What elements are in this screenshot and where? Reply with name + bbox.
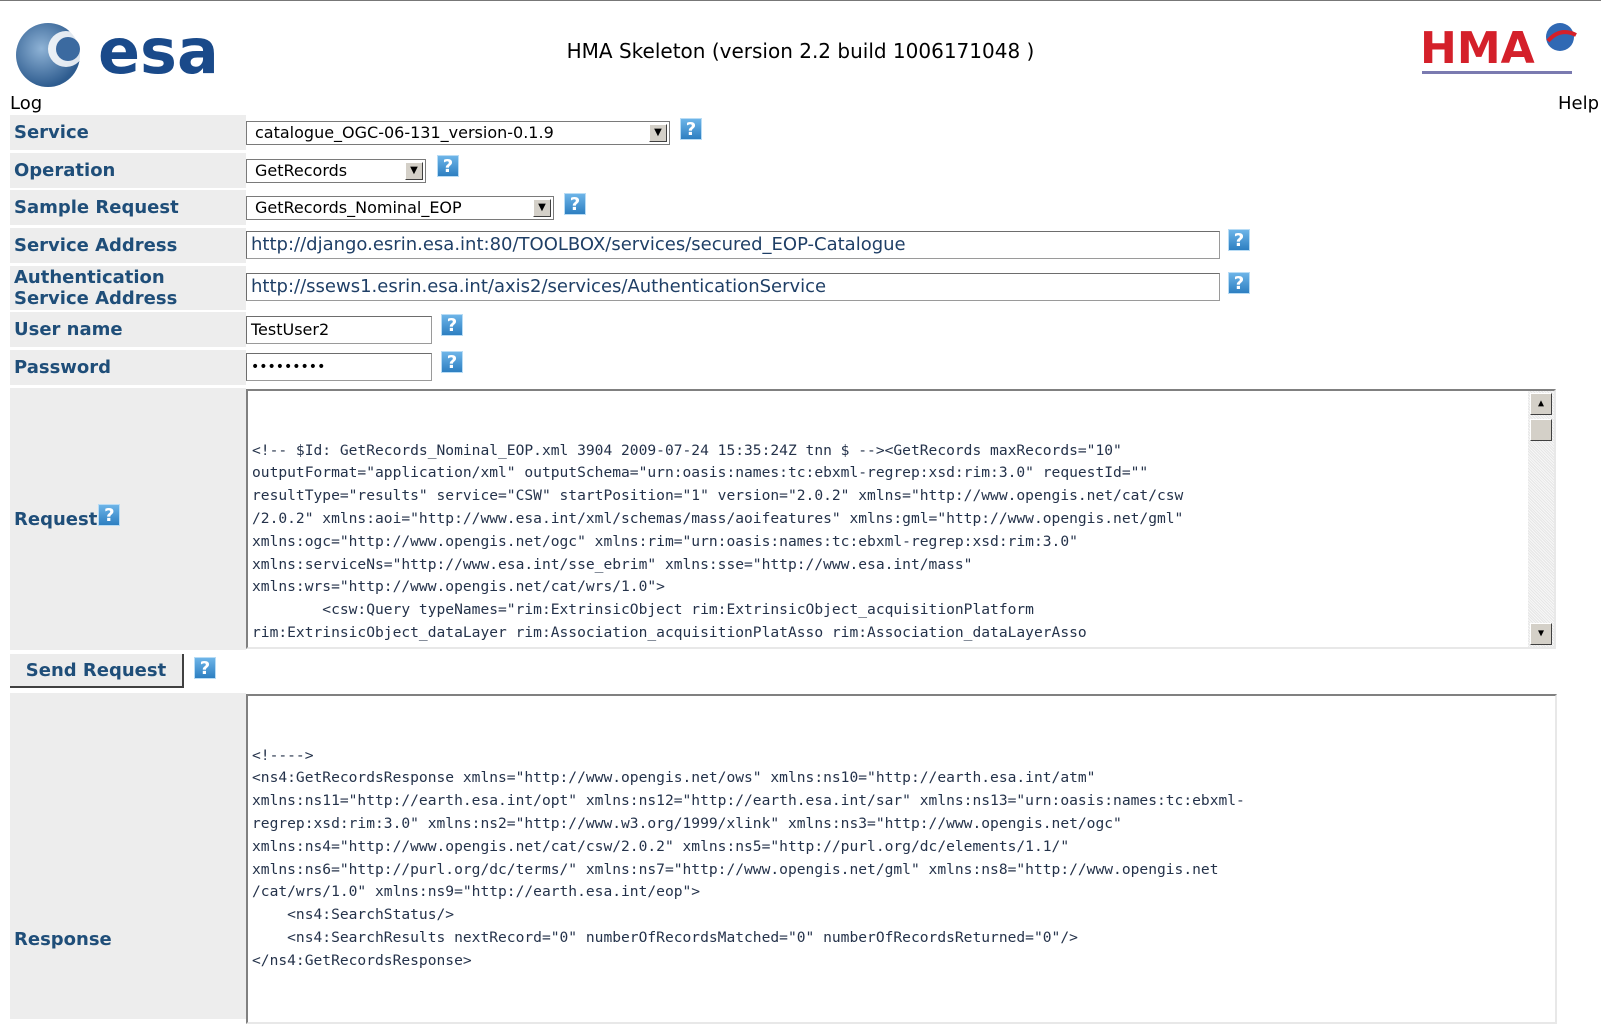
request-textarea[interactable]: <!-- $Id: GetRecords_Nominal_EOP.xml 390… xyxy=(246,389,1556,649)
send-request-help-icon[interactable]: ? xyxy=(194,657,216,679)
operation-select[interactable]: GetRecords ▼ xyxy=(246,159,426,183)
username-label: User name xyxy=(10,312,246,347)
response-text: <!----> <ns4:GetRecordsResponse xmlns="h… xyxy=(252,746,1245,969)
svg-text:HMA: HMA xyxy=(1420,23,1535,74)
scroll-up-icon[interactable]: ▲ xyxy=(1530,393,1552,415)
auth-address-label-line2: Service Address xyxy=(14,288,178,309)
username-help-icon[interactable]: ? xyxy=(441,314,463,336)
request-label-cell: Request ? xyxy=(10,388,246,650)
response-label: Response xyxy=(10,693,246,1019)
service-select-value: catalogue_OGC-06-131_version-0.1.9 xyxy=(255,123,554,142)
hma-logo: HMA xyxy=(1420,19,1588,81)
sample-request-select-value: GetRecords_Nominal_EOP xyxy=(255,198,462,217)
request-scrollbar[interactable]: ▲ ▼ xyxy=(1528,391,1554,647)
password-label: Password xyxy=(10,350,246,385)
scroll-thumb[interactable] xyxy=(1530,419,1552,441)
service-help-icon[interactable]: ? xyxy=(680,118,702,140)
response-textarea[interactable]: <!----> <ns4:GetRecordsResponse xmlns="h… xyxy=(246,694,1557,1024)
request-help-icon[interactable]: ? xyxy=(98,504,121,526)
sample-request-help-icon[interactable]: ? xyxy=(564,193,586,215)
sample-request-select[interactable]: GetRecords_Nominal_EOP ▼ xyxy=(246,196,554,220)
operation-help-icon[interactable]: ? xyxy=(437,155,459,177)
service-label: Service xyxy=(10,115,246,150)
chevron-down-icon[interactable]: ▼ xyxy=(533,199,551,217)
service-address-help-icon[interactable]: ? xyxy=(1228,229,1250,251)
scroll-down-icon[interactable]: ▼ xyxy=(1530,623,1552,645)
service-address-input[interactable]: http://django.esrin.esa.int:80/TOOLBOX/s… xyxy=(246,231,1220,259)
help-link[interactable]: Help xyxy=(1558,93,1599,114)
chevron-down-icon[interactable]: ▼ xyxy=(649,124,667,142)
auth-address-help-icon[interactable]: ? xyxy=(1228,272,1250,294)
log-link[interactable]: Log xyxy=(10,93,42,114)
request-text: <!-- $Id: GetRecords_Nominal_EOP.xml 390… xyxy=(252,441,1184,647)
header: esa HMA Skeleton (version 2.2 build 1006… xyxy=(0,0,1601,114)
username-input[interactable]: TestUser2 xyxy=(246,316,432,344)
app-title: HMA Skeleton (version 2.2 build 10061710… xyxy=(566,39,1035,63)
service-address-label: Service Address xyxy=(10,228,246,263)
operation-label: Operation xyxy=(10,153,246,188)
auth-address-label: Authentication Service Address xyxy=(10,266,246,310)
service-select[interactable]: catalogue_OGC-06-131_version-0.1.9 ▼ xyxy=(246,121,670,145)
password-input[interactable]: ••••••••• xyxy=(246,353,432,381)
send-request-button[interactable]: Send Request xyxy=(10,654,184,688)
chevron-down-icon[interactable]: ▼ xyxy=(405,162,423,180)
password-help-icon[interactable]: ? xyxy=(441,351,463,373)
sample-request-label: Sample Request xyxy=(10,190,246,225)
auth-address-label-line1: Authentication xyxy=(14,267,165,288)
operation-select-value: GetRecords xyxy=(255,161,348,180)
request-label: Request xyxy=(14,508,98,530)
auth-address-input[interactable]: http://ssews1.esrin.esa.int/axis2/servic… xyxy=(246,273,1220,301)
